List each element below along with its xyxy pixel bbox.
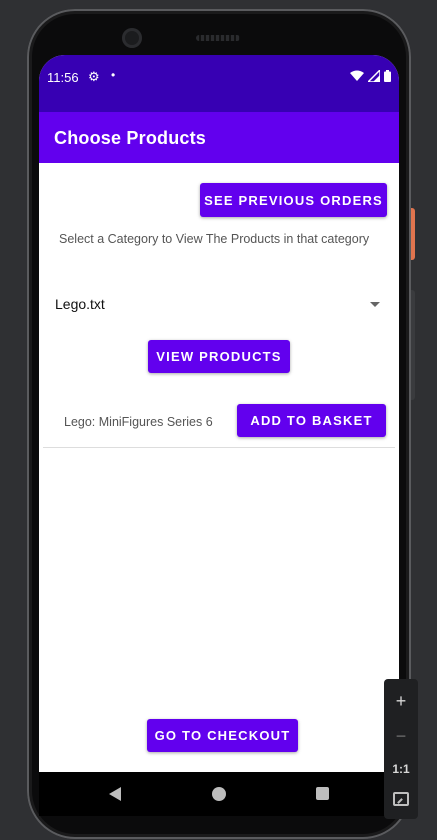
zoom-one-to-one-button[interactable]: 1:1	[392, 763, 409, 775]
zoom-in-icon[interactable]: +	[396, 692, 407, 710]
emulator-zoom-controls: + − 1:1	[384, 679, 418, 819]
back-icon[interactable]	[109, 787, 121, 801]
dropdown-arrow-icon	[370, 302, 380, 307]
view-products-button[interactable]: VIEW PRODUCTS	[148, 340, 290, 373]
power-button[interactable]	[411, 208, 415, 260]
signal-icon	[368, 70, 380, 82]
recents-icon[interactable]	[316, 787, 329, 800]
add-to-basket-button[interactable]: ADD TO BASKET	[237, 404, 386, 437]
front-camera	[122, 28, 142, 48]
category-hint-text: Select a Category to View The Products i…	[59, 232, 370, 246]
navigation-bar	[39, 772, 399, 816]
device-screen: 11:56 ⚙ • Choose Products SEE PREVIOUS O…	[39, 55, 399, 815]
product-name: Lego: MiniFigures Series 6	[64, 415, 213, 429]
earpiece-speaker	[196, 35, 240, 41]
go-to-checkout-button[interactable]: GO TO CHECKOUT	[147, 719, 298, 752]
status-time: 11:56	[47, 70, 79, 85]
see-previous-orders-button[interactable]: SEE PREVIOUS ORDERS	[200, 183, 387, 217]
category-spinner-value: Lego.txt	[55, 296, 105, 312]
volume-rocker[interactable]	[411, 290, 415, 400]
wifi-icon	[350, 70, 364, 81]
status-icons	[350, 70, 391, 82]
page-title: Choose Products	[54, 128, 207, 148]
home-icon[interactable]	[212, 787, 226, 801]
notification-dot-icon: •	[111, 68, 116, 82]
zoom-out-icon[interactable]: −	[396, 727, 407, 745]
category-spinner[interactable]: Lego.txt	[55, 290, 385, 318]
battery-icon	[384, 70, 391, 82]
app-bar: Choose Products	[39, 112, 399, 163]
status-bar: 11:56 ⚙ •	[39, 55, 399, 112]
zoom-fit-icon[interactable]	[393, 792, 409, 807]
gear-icon: ⚙	[88, 69, 100, 84]
